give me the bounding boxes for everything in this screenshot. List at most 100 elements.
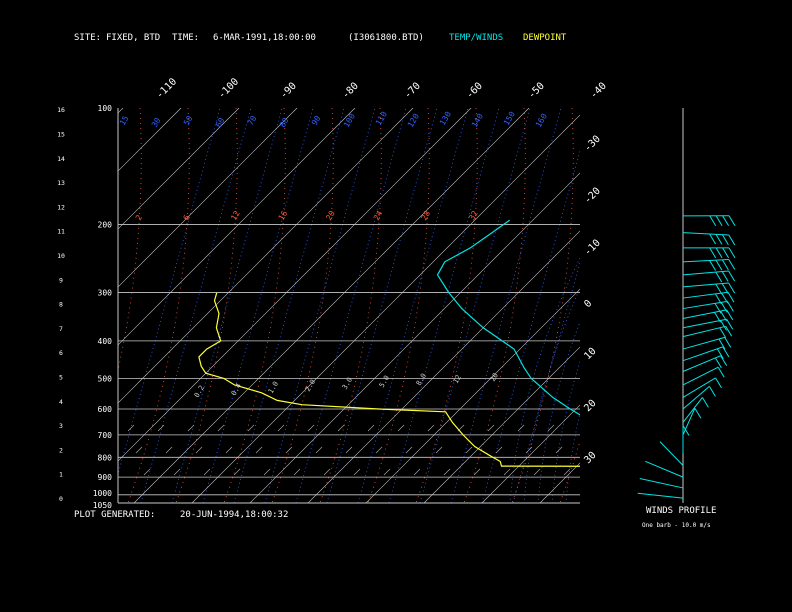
wind-barb-flag [728, 259, 736, 270]
wind-barb-flag [722, 247, 730, 259]
height-label: 8 [59, 301, 63, 309]
temp-label-right: 30 [582, 450, 598, 466]
dry-adiabat-label: 28 [420, 209, 433, 222]
wind-barb-flag [719, 327, 727, 338]
grid-tick [323, 468, 331, 476]
wind-barb-flag [728, 247, 736, 259]
height-label: 16 [57, 106, 65, 114]
dry-adiabat [463, 108, 526, 503]
grid-tick [517, 424, 525, 432]
mixing-ratio-label: 160 [534, 112, 549, 129]
temp-label-top: -80 [340, 81, 361, 102]
wind-barb-flag [709, 260, 717, 271]
wind-barb-flag [726, 301, 734, 312]
grid-tick [187, 424, 195, 432]
isotherm-line [133, 108, 530, 503]
mixing-ratio-label: 15 [118, 114, 131, 127]
grid-tick [487, 424, 495, 432]
mixing-ratio-label: 120 [406, 112, 421, 129]
grid-tick [217, 424, 225, 432]
grid-tick [307, 424, 315, 432]
mixing-ratio-label: 80 [278, 116, 291, 129]
dry-adiabat-label: 32 [467, 209, 480, 222]
grid-tick [285, 446, 293, 454]
dry-adiabat [608, 108, 669, 503]
mixing-ratio-line [264, 108, 376, 503]
temp-label-top: -40 [588, 81, 609, 102]
wind-barb-shaft [682, 366, 719, 386]
grid-tick [293, 468, 301, 476]
grid-tick [443, 468, 451, 476]
wind-barb-flag [716, 348, 724, 360]
mixing-ratio-line [233, 108, 345, 503]
isotherm-line [307, 230, 580, 503]
pressure-label: 600 [98, 405, 113, 414]
grid-tick [405, 446, 413, 454]
height-label: 3 [59, 422, 63, 430]
mixing-ratio-line [202, 108, 314, 503]
mixing-ratio-line [326, 108, 438, 503]
grid-tick [503, 468, 511, 476]
height-label: 13 [57, 179, 65, 187]
dry-adiabat-label: 12 [229, 209, 242, 222]
wind-barb-flag [715, 215, 723, 227]
isotherm-line [0, 108, 65, 503]
height-label: 1 [59, 471, 63, 479]
grid-tick [427, 424, 435, 432]
wind-barb-flag [694, 407, 702, 419]
wind-barb-shaft [682, 270, 729, 276]
mixing-ratio-line [118, 108, 221, 476]
winds-profile-label: WINDS PROFILE [646, 506, 717, 516]
mixing-ratio-label: 70 [246, 114, 259, 127]
mixing-ratio-label: 90 [310, 114, 323, 127]
isotherm-line [118, 108, 298, 288]
isotherm-line [481, 404, 580, 503]
wind-barb-flag [717, 366, 725, 378]
grid-tick [367, 424, 375, 432]
wind-barb-shaft [682, 259, 729, 263]
pressure-label: 500 [98, 374, 113, 383]
height-label: 0 [59, 495, 63, 503]
grid-tick [127, 424, 135, 432]
plot-area [0, 108, 792, 503]
pressure-label: 800 [98, 453, 113, 462]
plot-generated-value: 20-JUN-1994,18:00:32 [180, 510, 289, 520]
wind-barb-flag [728, 282, 736, 294]
isotherm-line [423, 346, 580, 503]
wind-barb-flag [721, 271, 729, 282]
temp-label-top: -110 [154, 76, 179, 101]
wind-barb-shaft [682, 291, 729, 299]
mixing-ratio-label: 30 [150, 116, 163, 129]
isotherm-line [772, 108, 792, 503]
temp-label-right: -30 [582, 134, 603, 155]
grid-tick [435, 446, 443, 454]
dry-adiabat [511, 108, 574, 503]
wind-barb-flag [709, 247, 717, 259]
wind-barb-shaft [682, 309, 727, 319]
dry-adiabat [175, 108, 238, 503]
mixing-ratio-label: 50 [182, 114, 195, 127]
grid-tick [225, 446, 233, 454]
pressure-label: 700 [98, 431, 113, 440]
wind-barb-flag [727, 292, 735, 303]
wind-barb-flag [722, 346, 730, 358]
wind-barb-shaft [682, 232, 729, 236]
temp-label-right: 20 [582, 398, 598, 414]
wind-barb-flag [721, 234, 729, 245]
temp-label-top: -100 [216, 76, 241, 101]
wind-barb-flag [708, 386, 716, 397]
height-label: 4 [59, 398, 63, 406]
grid-tick [413, 468, 421, 476]
pressure-label: 200 [98, 220, 113, 229]
grid-tick [135, 446, 143, 454]
grid-tick [247, 424, 255, 432]
grid-tick [165, 446, 173, 454]
wind-barb-flag [715, 283, 723, 295]
wind-barb-shaft [682, 300, 728, 310]
skew-t-chart: 1002003004005006007008009001000105001234… [0, 76, 792, 510]
grid-tick [383, 468, 391, 476]
grid-tick [533, 468, 541, 476]
wind-barb-flag [726, 309, 734, 321]
grid-tick [203, 468, 211, 476]
mixing-ratio-label: 150 [502, 110, 517, 127]
